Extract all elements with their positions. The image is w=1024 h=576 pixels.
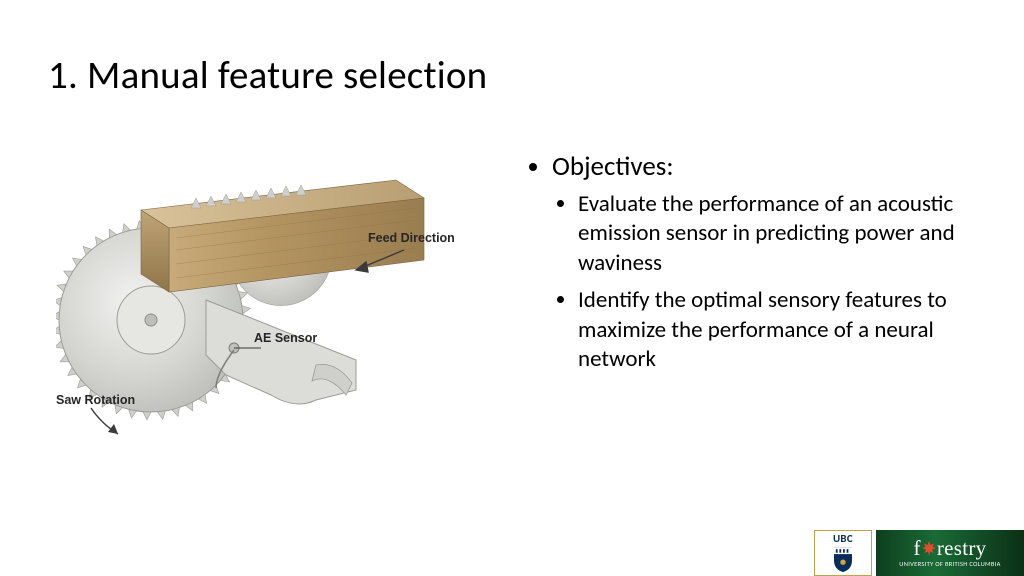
diagram-svg: Feed Direction AE Sensor Saw Rotation (56, 150, 486, 450)
saw-diagram: Feed Direction AE Sensor Saw Rotation (56, 150, 486, 450)
forestry-logo: f restry UNIVERSITY OF BRITISH COLUMBIA (876, 530, 1024, 576)
slide: 1. Manual feature selection (0, 0, 1024, 576)
forestry-wordmark: f restry (914, 538, 987, 559)
maple-leaf-icon (921, 540, 937, 558)
forestry-tail: restry (937, 538, 987, 559)
label-feed-direction: Feed Direction (368, 231, 455, 245)
label-saw-rotation: Saw Rotation (56, 393, 135, 407)
forestry-subtext: UNIVERSITY OF BRITISH COLUMBIA (899, 561, 1000, 568)
bullet-item: Identify the optimal sensory features to… (578, 286, 990, 374)
objectives-heading-text: Objectives: (552, 150, 674, 183)
ubc-shield-icon (832, 546, 854, 573)
objectives-heading: Objectives: Evaluate the performance of … (552, 150, 990, 374)
content-body: Objectives: Evaluate the performance of … (530, 150, 990, 382)
ubc-wordmark: UBC (833, 533, 853, 544)
ubc-logo: UBC (814, 530, 872, 576)
slide-title: 1. Manual feature selection (48, 52, 487, 99)
label-ae-sensor: AE Sensor (254, 331, 317, 345)
bullet-item: Evaluate the performance of an acoustic … (578, 190, 990, 278)
forestry-f: f (914, 538, 921, 559)
footer-logos: UBC f restry UNIVERSIT (814, 530, 1024, 576)
